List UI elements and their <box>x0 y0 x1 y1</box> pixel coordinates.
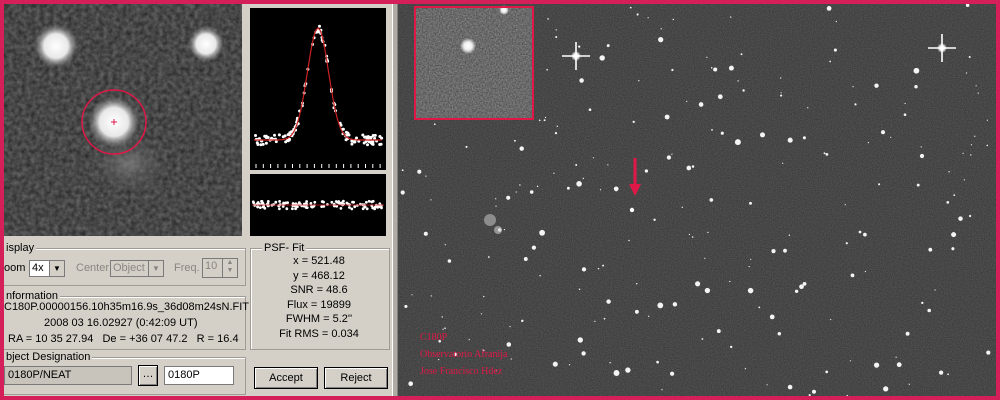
page-border <box>0 0 1000 400</box>
